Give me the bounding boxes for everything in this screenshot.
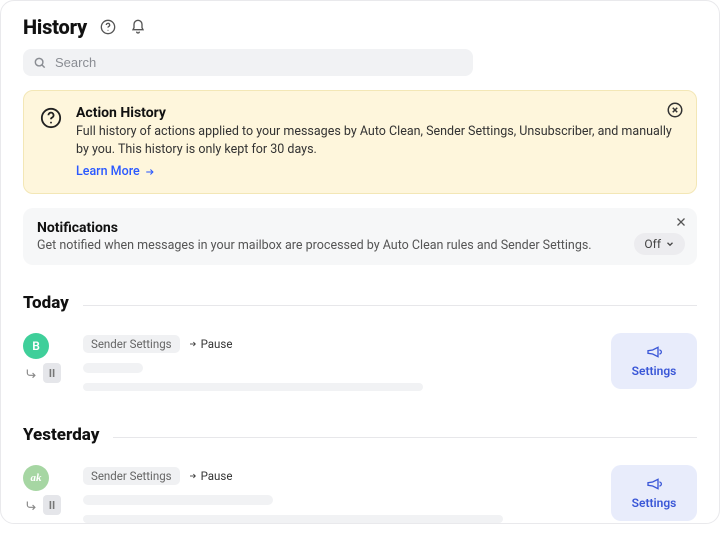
action-label: Pause: [188, 469, 233, 483]
settings-label: Settings: [632, 496, 677, 510]
tag-row: Sender Settings Pause: [83, 335, 599, 353]
action-label: Pause: [188, 337, 233, 351]
bell-icon[interactable]: [129, 18, 147, 36]
help-icon[interactable]: [99, 18, 117, 36]
close-banner-button[interactable]: [666, 101, 684, 119]
notifications-title: Notifications: [37, 220, 683, 236]
skeleton-line: [83, 495, 273, 505]
toggle-value: Off: [644, 237, 661, 251]
divider: [83, 305, 697, 306]
divider: [113, 437, 697, 438]
action-text: Pause: [201, 337, 233, 351]
learn-more-label: Learn More: [76, 164, 140, 179]
notifications-card: Notifications Get notified when messages…: [23, 208, 697, 265]
close-notifications-button[interactable]: [675, 216, 687, 228]
reply-arrow-icon: [25, 366, 39, 380]
avatar-column: B: [23, 333, 71, 383]
megaphone-icon: [645, 476, 663, 492]
banner-content: Action History Full history of actions a…: [76, 105, 680, 179]
page-header: History: [23, 15, 697, 39]
info-banner: Action History Full history of actions a…: [23, 90, 697, 194]
tag-row: Sender Settings Pause: [83, 467, 599, 485]
banner-body: Full history of actions applied to your …: [76, 123, 680, 158]
sub-icons: [25, 363, 61, 383]
settings-button[interactable]: Settings: [611, 333, 697, 389]
question-circle-icon: [40, 107, 62, 179]
history-entry: B Sender Settings Pause: [23, 333, 697, 391]
search-input[interactable]: [55, 55, 463, 70]
notifications-toggle[interactable]: Off: [634, 233, 685, 255]
sub-icons: [25, 495, 61, 515]
avatar: B: [23, 333, 49, 359]
arrow-right-icon: [188, 340, 198, 348]
avatar: ak: [23, 465, 49, 491]
settings-button[interactable]: Settings: [611, 465, 697, 521]
avatar-column: ak: [23, 465, 71, 515]
entry-main: Sender Settings Pause: [83, 465, 599, 523]
pause-icon: [43, 363, 61, 383]
section-heading-row: Yesterday: [23, 425, 697, 445]
skeleton-line: [83, 515, 503, 523]
learn-more-link[interactable]: Learn More: [76, 164, 156, 179]
reply-arrow-icon: [25, 498, 39, 512]
history-page: History Action History Full history of a…: [0, 0, 720, 524]
search-icon: [33, 56, 47, 70]
arrow-right-icon: [188, 472, 198, 480]
banner-title: Action History: [76, 105, 680, 121]
skeleton-line: [83, 363, 143, 373]
section-heading-row: Today: [23, 293, 697, 313]
chevron-down-icon: [665, 239, 675, 249]
page-title: History: [23, 15, 87, 39]
arrow-right-icon: [144, 167, 156, 177]
action-text: Pause: [201, 469, 233, 483]
megaphone-icon: [645, 344, 663, 360]
section-heading-today: Today: [23, 293, 69, 313]
notifications-body: Get notified when messages in your mailb…: [37, 238, 683, 253]
pause-icon: [43, 495, 61, 515]
settings-label: Settings: [632, 364, 677, 378]
history-entry: ak Sender Settings Pause: [23, 465, 697, 523]
section-heading-yesterday: Yesterday: [23, 425, 99, 445]
source-tag: Sender Settings: [83, 467, 180, 485]
skeleton-line: [83, 383, 423, 391]
source-tag: Sender Settings: [83, 335, 180, 353]
search-field[interactable]: [23, 49, 473, 76]
entry-main: Sender Settings Pause: [83, 333, 599, 391]
